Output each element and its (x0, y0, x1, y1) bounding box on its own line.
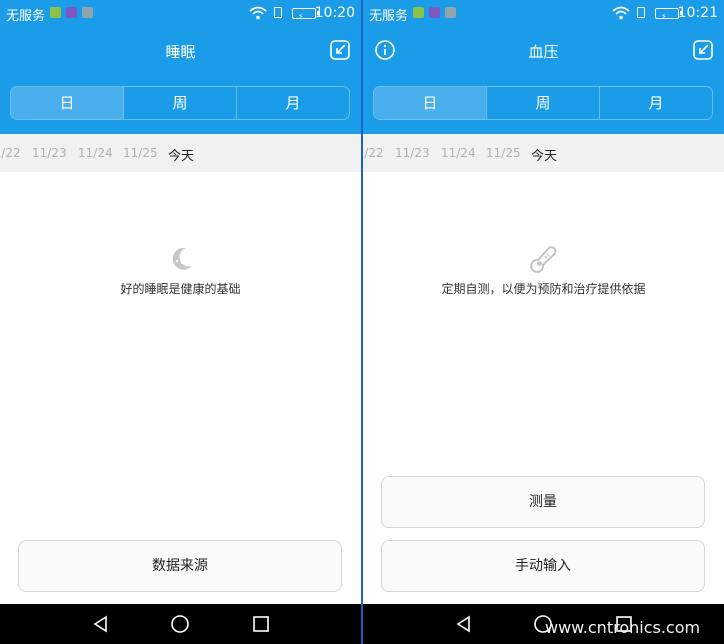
period-tabs: 日 周 月 (373, 86, 713, 120)
photo-notification-icon (413, 7, 424, 18)
measure-button[interactable]: 测量 (381, 476, 705, 528)
empty-state-hint: 好的睡眠是健康的基础 (120, 282, 241, 296)
collapse-icon[interactable] (692, 39, 714, 61)
collapse-icon[interactable] (329, 39, 351, 61)
carrier-label: 无服务 (6, 9, 46, 24)
sim-icon (274, 7, 282, 18)
thermometer-icon (530, 246, 557, 273)
image-notification-icon (82, 7, 93, 18)
image-notification-icon (445, 7, 456, 18)
date-today[interactable]: 今天 (168, 145, 194, 164)
date-item[interactable]: 11/22 (363, 146, 384, 160)
battery-icon: ⚡ (292, 8, 319, 21)
date-item[interactable]: 11/23 (32, 146, 67, 160)
status-time: 10:20 (314, 5, 355, 21)
recents-icon[interactable] (251, 614, 271, 634)
tab-month[interactable]: 月 (236, 87, 349, 119)
back-icon[interactable] (454, 614, 474, 634)
app-bar: 血压 日 周 月 (363, 26, 724, 134)
date-item[interactable]: 11/24 (78, 146, 113, 160)
date-item[interactable]: 11/24 (441, 146, 476, 160)
wifi-icon (249, 6, 267, 20)
tab-week[interactable]: 周 (123, 87, 236, 119)
wifi-icon (612, 6, 630, 20)
app-notification-icon (66, 7, 77, 18)
sim-icon (637, 7, 645, 18)
home-icon[interactable] (170, 614, 190, 634)
carrier-label: 无服务 (369, 9, 409, 24)
date-strip[interactable]: 11/22 11/23 11/24 11/25 今天 (0, 134, 361, 172)
navigation-bar (0, 604, 361, 644)
blood-pressure-screen: 无服务 ⚡ 10:21 血压 日 周 月 11/22 11/23 (363, 0, 724, 644)
date-item[interactable]: 11/25 (123, 146, 158, 160)
page-title: 血压 (528, 43, 559, 61)
page-title: 睡眠 (165, 43, 196, 61)
date-today[interactable]: 今天 (531, 145, 557, 164)
status-time: 10:21 (677, 5, 718, 21)
app-notification-icon (429, 7, 440, 18)
empty-state-hint: 定期自测，以便为预防和治疗提供依据 (441, 282, 646, 296)
photo-notification-icon (50, 7, 61, 18)
app-bar: 睡眠 日 周 月 (0, 26, 361, 134)
tab-month[interactable]: 月 (599, 87, 712, 119)
watermark-text: www.cntronics.com (545, 618, 701, 637)
date-item[interactable]: 11/22 (0, 146, 21, 160)
date-strip[interactable]: 11/22 11/23 11/24 11/25 今天 (363, 134, 724, 172)
tab-day[interactable]: 日 (11, 87, 123, 119)
back-icon[interactable] (91, 614, 111, 634)
moon-icon (172, 247, 192, 270)
tab-week[interactable]: 周 (486, 87, 599, 119)
data-source-button[interactable]: 数据来源 (18, 540, 342, 592)
battery-icon: ⚡ (655, 8, 682, 21)
manual-input-button[interactable]: 手动输入 (381, 540, 705, 592)
tab-day[interactable]: 日 (374, 87, 486, 119)
status-bar: 无服务 ⚡ 10:20 (0, 0, 361, 26)
status-bar: 无服务 ⚡ 10:21 (363, 0, 724, 26)
date-item[interactable]: 11/23 (395, 146, 430, 160)
period-tabs: 日 周 月 (10, 86, 350, 120)
date-item[interactable]: 11/25 (486, 146, 521, 160)
sleep-screen: 无服务 ⚡ 10:20 睡眠 日 周 月 11/22 11/23 11/24 1… (0, 0, 361, 644)
